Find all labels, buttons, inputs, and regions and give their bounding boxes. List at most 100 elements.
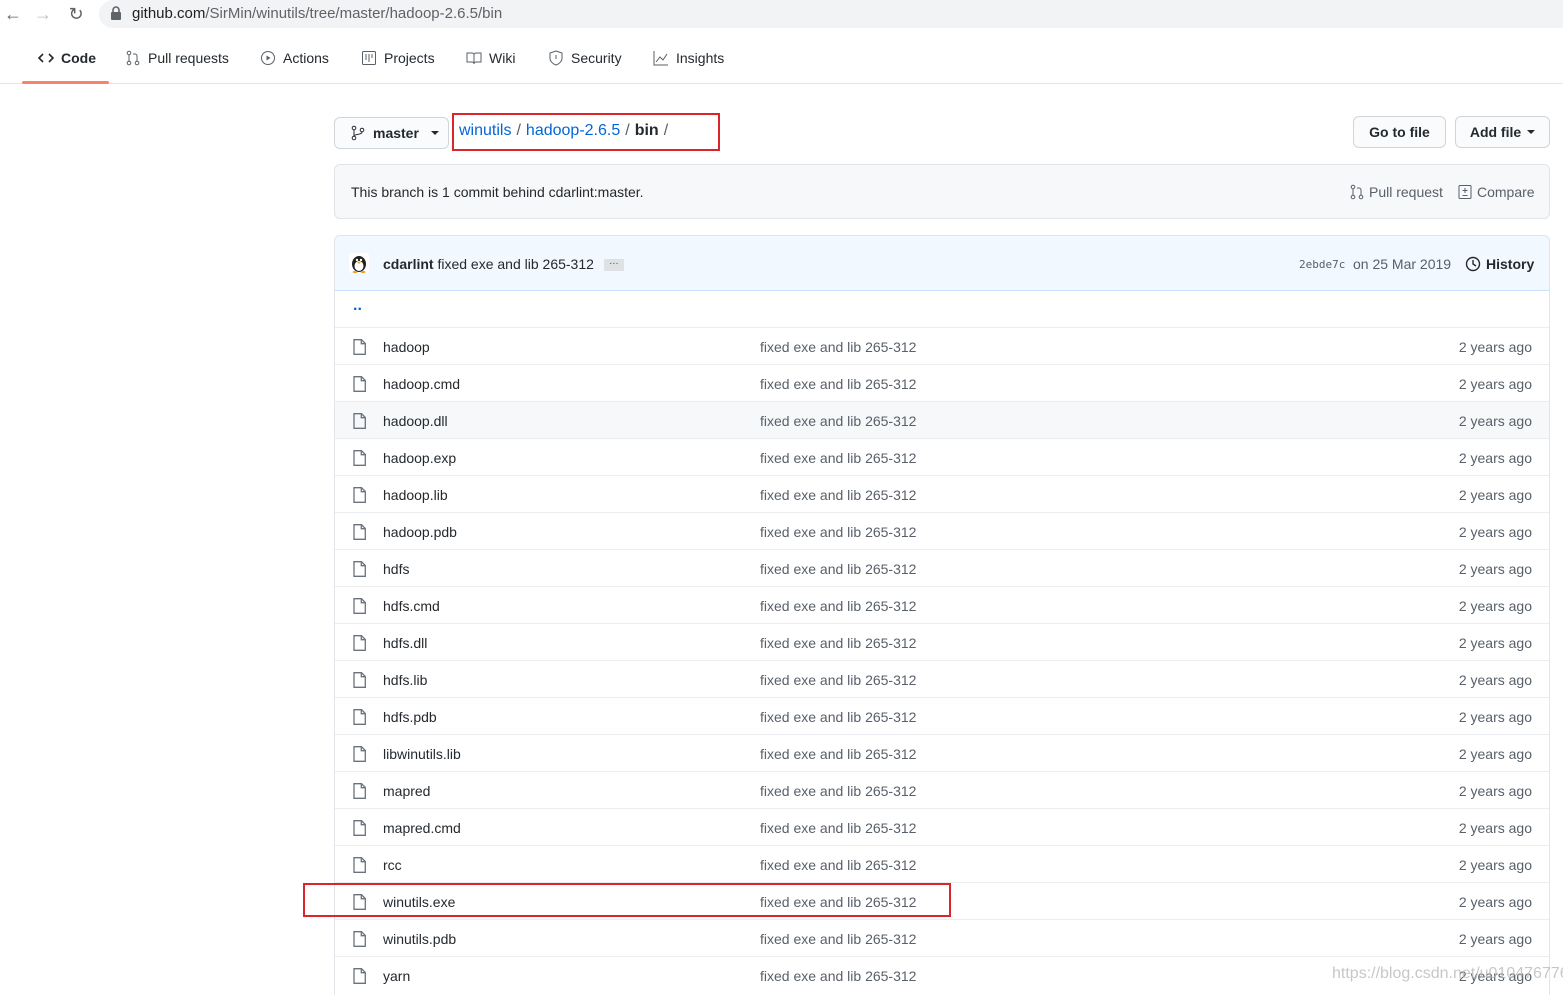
- file-commit-message[interactable]: fixed exe and lib 265-312: [760, 709, 916, 725]
- tab-pull-requests[interactable]: Pull requests: [125, 31, 229, 84]
- file-commit-message[interactable]: fixed exe and lib 265-312: [760, 339, 916, 355]
- parent-dir-link[interactable]: ..: [353, 297, 362, 315]
- file-icon: [353, 376, 366, 392]
- file-icon: [353, 857, 366, 873]
- file-icon: [353, 672, 366, 688]
- url-path: /SirMin/winutils/tree/master/hadoop-2.6.…: [205, 5, 503, 22]
- table-row[interactable]: hadoop.cmd fixed exe and lib 265-312 2 yea…: [335, 364, 1549, 401]
- branch-selector[interactable]: master: [334, 117, 449, 149]
- file-icon: [353, 450, 366, 466]
- commit-message: cdarlint fixed exe and lib 265-312 …: [383, 256, 624, 272]
- table-row[interactable]: libwinutils.lib fixed exe and lib 265-312…: [335, 734, 1549, 771]
- file-name-link[interactable]: libwinutils.lib: [383, 746, 461, 762]
- file-commit-age: 2 years ago: [1458, 561, 1532, 577]
- file-name-link[interactable]: hadoop.pdb: [383, 524, 457, 540]
- table-row[interactable]: winutils.pdb fixed exe and lib 265-312 2 y…: [335, 919, 1549, 956]
- browser-toolbar: ← → ↻ github.com/SirMin/winutils/tree/ma…: [0, 0, 1563, 30]
- file-commit-message[interactable]: fixed exe and lib 265-312: [760, 672, 916, 688]
- file-name-link[interactable]: hdfs.lib: [383, 672, 427, 688]
- table-row[interactable]: hdfs fixed exe and lib 265-312 2 years ago: [335, 549, 1549, 586]
- file-table: cdarlint fixed exe and lib 265-312 … 2eb…: [334, 235, 1550, 995]
- watermark: https://blog.csdn.net/u010476776: [1332, 965, 1563, 982]
- file-commit-message[interactable]: fixed exe and lib 265-312: [760, 783, 916, 799]
- file-name-link[interactable]: yarn: [383, 968, 410, 984]
- tab-code[interactable]: Code: [38, 31, 96, 84]
- project-icon: [362, 50, 376, 65]
- commit-author[interactable]: cdarlint: [383, 256, 434, 272]
- table-row[interactable]: rcc fixed exe and lib 265-312 2 years ago: [335, 845, 1549, 882]
- tab-insights[interactable]: Insights: [653, 31, 724, 84]
- table-row[interactable]: mapred.cmd fixed exe and lib 265-312 2 yea…: [335, 808, 1549, 845]
- file-commit-message[interactable]: fixed exe and lib 265-312: [760, 968, 916, 984]
- commit-message-text[interactable]: fixed exe and lib 265-312: [437, 256, 593, 272]
- file-name-link[interactable]: rcc: [383, 857, 402, 873]
- chevron-down-icon: [1527, 130, 1536, 134]
- commit-sha[interactable]: 2ebde7c: [1299, 258, 1345, 271]
- go-to-file-button[interactable]: Go to file: [1353, 116, 1446, 148]
- pull-request-link[interactable]: Pull request: [1349, 184, 1443, 200]
- table-row[interactable]: hadoop.pdb fixed exe and lib 265-312 2 yea…: [335, 512, 1549, 549]
- file-commit-age: 2 years ago: [1458, 487, 1532, 503]
- forward-arrow-icon[interactable]: →: [32, 3, 54, 25]
- file-commit-message[interactable]: fixed exe and lib 265-312: [760, 524, 916, 540]
- file-commit-message[interactable]: fixed exe and lib 265-312: [760, 376, 916, 392]
- file-commit-message[interactable]: fixed exe and lib 265-312: [760, 598, 916, 614]
- file-name-link[interactable]: hdfs: [383, 561, 409, 577]
- table-row[interactable]: mapred fixed exe and lib 265-312 2 years a…: [335, 771, 1549, 808]
- book-icon: [466, 52, 482, 64]
- history-link[interactable]: History: [1465, 256, 1534, 272]
- file-commit-message[interactable]: fixed exe and lib 265-312: [760, 487, 916, 503]
- back-arrow-icon[interactable]: ←: [2, 3, 24, 25]
- table-row[interactable]: hdfs.cmd fixed exe and lib 265-312 2 years…: [335, 586, 1549, 623]
- table-row[interactable]: hadoop.lib fixed exe and lib 265-312 2 yea…: [335, 475, 1549, 512]
- file-commit-message[interactable]: fixed exe and lib 265-312: [760, 857, 916, 873]
- file-commit-message[interactable]: fixed exe and lib 265-312: [760, 746, 916, 762]
- table-row[interactable]: hadoop.dll fixed exe and lib 265-312 2 yea…: [335, 401, 1549, 438]
- commit-expand-button[interactable]: …: [603, 257, 624, 272]
- file-name-link[interactable]: hadoop: [383, 339, 430, 355]
- file-commit-age: 2 years ago: [1458, 783, 1532, 799]
- file-icon: [353, 968, 366, 984]
- file-name-link[interactable]: hadoop.dll: [383, 413, 448, 429]
- tab-wiki[interactable]: Wiki: [466, 31, 515, 84]
- table-row[interactable]: hadoop.exp fixed exe and lib 265-312 2 yea…: [335, 438, 1549, 475]
- file-commit-message[interactable]: fixed exe and lib 265-312: [760, 635, 916, 651]
- annotation-highlight-box: [303, 883, 951, 917]
- tab-label: Wiki: [489, 49, 516, 66]
- file-name-link[interactable]: hadoop.lib: [383, 487, 448, 503]
- file-name-link[interactable]: winutils.pdb: [383, 931, 456, 947]
- file-name-link[interactable]: hdfs.pdb: [383, 709, 437, 725]
- add-file-button[interactable]: Add file: [1455, 116, 1550, 148]
- file-name-link[interactable]: hdfs.cmd: [383, 598, 440, 614]
- git-pull-request-icon: [1350, 184, 1364, 200]
- file-name-link[interactable]: hdfs.dll: [383, 635, 427, 651]
- file-commit-message[interactable]: fixed exe and lib 265-312: [760, 820, 916, 836]
- tab-projects[interactable]: Projects: [361, 31, 435, 84]
- url-text[interactable]: github.com/SirMin/winutils/tree/master/h…: [132, 5, 502, 22]
- tab-label: Insights: [676, 49, 725, 66]
- file-commit-message[interactable]: fixed exe and lib 265-312: [760, 413, 916, 429]
- file-commit-age: 2 years ago: [1458, 894, 1532, 910]
- compare-link[interactable]: Compare: [1457, 184, 1535, 200]
- file-name-link[interactable]: mapred: [383, 783, 430, 799]
- file-icon: [353, 931, 366, 947]
- tab-label: Security: [571, 49, 622, 66]
- file-commit-message[interactable]: fixed exe and lib 265-312: [760, 931, 916, 947]
- file-name-link[interactable]: hadoop.exp: [383, 450, 456, 466]
- file-name-link[interactable]: mapred.cmd: [383, 820, 461, 836]
- table-row[interactable]: hadoop fixed exe and lib 265-312 2 years a…: [335, 327, 1549, 364]
- table-row[interactable]: hdfs.lib fixed exe and lib 265-312 2 years…: [335, 660, 1549, 697]
- reload-icon[interactable]: ↻: [65, 3, 87, 25]
- table-row[interactable]: hdfs.dll fixed exe and lib 265-312 2 years…: [335, 623, 1549, 660]
- tab-security[interactable]: Security: [548, 31, 622, 84]
- file-commit-message[interactable]: fixed exe and lib 265-312: [760, 561, 916, 577]
- file-commit-message[interactable]: fixed exe and lib 265-312: [760, 450, 916, 466]
- table-row[interactable]: hdfs.pdb fixed exe and lib 265-312 2 years…: [335, 697, 1549, 734]
- history-label: History: [1486, 256, 1535, 272]
- branch-label: master: [373, 125, 419, 141]
- parent-dir-row[interactable]: ..: [335, 291, 1549, 328]
- file-name-link[interactable]: hadoop.cmd: [383, 376, 460, 392]
- tab-actions[interactable]: Actions: [260, 31, 329, 84]
- avatar[interactable]: [349, 253, 369, 273]
- file-commit-age: 2 years ago: [1458, 339, 1532, 355]
